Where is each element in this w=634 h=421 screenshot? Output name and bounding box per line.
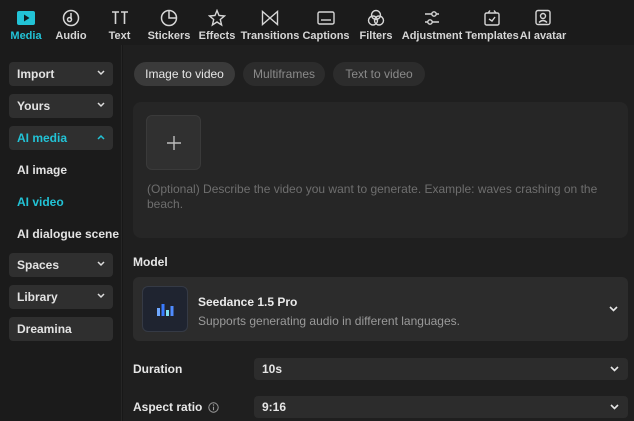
duration-label: Duration xyxy=(133,362,183,376)
tool-label: Stickers xyxy=(147,30,191,42)
tool-filters[interactable]: Filters xyxy=(351,0,401,45)
tool-media[interactable]: Media xyxy=(6,0,46,45)
chevron-down-icon xyxy=(97,102,105,108)
model-selector[interactable]: Seedance 1.5 Pro Supports generating aud… xyxy=(133,277,628,341)
tool-text[interactable]: Text xyxy=(96,0,143,45)
chevron-down-icon xyxy=(97,70,105,76)
model-name: Seedance 1.5 Pro xyxy=(198,295,298,309)
tool-label: Transitions xyxy=(240,30,300,42)
chevron-down-icon xyxy=(97,293,105,299)
sidebar-item-spaces[interactable]: Spaces xyxy=(9,253,113,277)
tool-label: Filters xyxy=(359,30,393,42)
tool-templates[interactable]: Templates xyxy=(463,0,521,45)
prompt-input[interactable]: (Optional) Describe the video you want t… xyxy=(133,102,628,238)
tool-label: Audio xyxy=(55,30,87,42)
duration-select[interactable]: 10s xyxy=(254,358,628,380)
captions-icon xyxy=(317,9,335,27)
tool-label: AI avatar xyxy=(519,30,567,42)
sidebar-item-ai-media[interactable]: AI media xyxy=(9,126,113,150)
sidebar-item-label: AI media xyxy=(17,131,68,145)
sidebar: Import Yours AI media AI image AI video … xyxy=(0,45,122,421)
sidebar-item-label: Yours xyxy=(17,99,51,113)
text-icon xyxy=(111,9,129,27)
aspect-ratio-select[interactable]: 9:16 xyxy=(254,396,628,418)
tool-label: Captions xyxy=(302,30,350,42)
tool-adjustment[interactable]: Adjustment xyxy=(401,0,463,45)
sidebar-item-label: Import xyxy=(17,67,55,81)
stickers-icon xyxy=(160,9,178,27)
sidebar-subitem-ai-video[interactable]: AI video xyxy=(17,195,64,209)
sidebar-item-label: Spaces xyxy=(17,258,60,272)
templates-icon xyxy=(483,9,501,27)
duration-value: 10s xyxy=(262,362,283,376)
tool-effects[interactable]: Effects xyxy=(195,0,239,45)
effects-icon xyxy=(208,9,226,27)
tool-stickers[interactable]: Stickers xyxy=(143,0,195,45)
adjustment-icon xyxy=(423,9,441,27)
sidebar-item-dreamina[interactable]: Dreamina xyxy=(9,317,113,341)
sidebar-subitem-ai-dialogue-scene[interactable]: AI dialogue scene xyxy=(17,227,119,241)
tool-label: Adjustment xyxy=(401,30,463,42)
audio-icon xyxy=(62,9,80,27)
tool-ai-avatar[interactable]: AI avatar xyxy=(519,0,567,45)
tool-label: Media xyxy=(10,30,42,42)
aspect-ratio-label: Aspect ratio xyxy=(133,400,220,414)
aspect-ratio-label-text: Aspect ratio xyxy=(133,400,203,414)
chevron-down-icon xyxy=(610,366,619,372)
model-label: Model xyxy=(133,255,168,269)
media-icon xyxy=(17,9,35,27)
tool-captions[interactable]: Captions xyxy=(301,0,351,45)
plus-icon xyxy=(166,135,181,150)
sidebar-item-label: Library xyxy=(17,290,58,304)
transitions-icon xyxy=(261,9,279,27)
seedance-logo-icon xyxy=(142,286,188,332)
ai-avatar-icon xyxy=(534,9,552,27)
tool-label: Effects xyxy=(198,30,236,42)
model-description: Supports generating audio in different l… xyxy=(198,314,460,328)
main-panel: Image to video Multiframes Text to video… xyxy=(123,45,634,421)
chevron-down-icon xyxy=(609,306,618,312)
tab-text-to-video[interactable]: Text to video xyxy=(333,62,425,86)
tab-multiframes[interactable]: Multiframes xyxy=(243,62,325,86)
sidebar-item-import[interactable]: Import xyxy=(9,62,113,86)
chevron-down-icon xyxy=(610,404,619,410)
prompt-placeholder: (Optional) Describe the video you want t… xyxy=(147,182,598,211)
info-icon[interactable] xyxy=(208,402,220,414)
tool-label: Templates xyxy=(465,30,519,42)
sidebar-item-label: Dreamina xyxy=(17,322,72,336)
tool-label: Text xyxy=(108,30,131,42)
add-image-button[interactable] xyxy=(146,115,201,170)
top-toolbar: Media Audio Text Stickers Effects Transi… xyxy=(0,0,634,45)
sidebar-item-library[interactable]: Library xyxy=(9,285,113,309)
sidebar-subitem-ai-image[interactable]: AI image xyxy=(17,163,67,177)
tab-image-to-video[interactable]: Image to video xyxy=(134,62,235,86)
chevron-down-icon xyxy=(97,261,105,267)
sidebar-item-yours[interactable]: Yours xyxy=(9,94,113,118)
chevron-up-icon xyxy=(97,134,105,140)
filters-icon xyxy=(367,9,385,27)
aspect-ratio-value: 9:16 xyxy=(262,400,287,414)
tool-audio[interactable]: Audio xyxy=(46,0,96,45)
tool-transitions[interactable]: Transitions xyxy=(239,0,301,45)
